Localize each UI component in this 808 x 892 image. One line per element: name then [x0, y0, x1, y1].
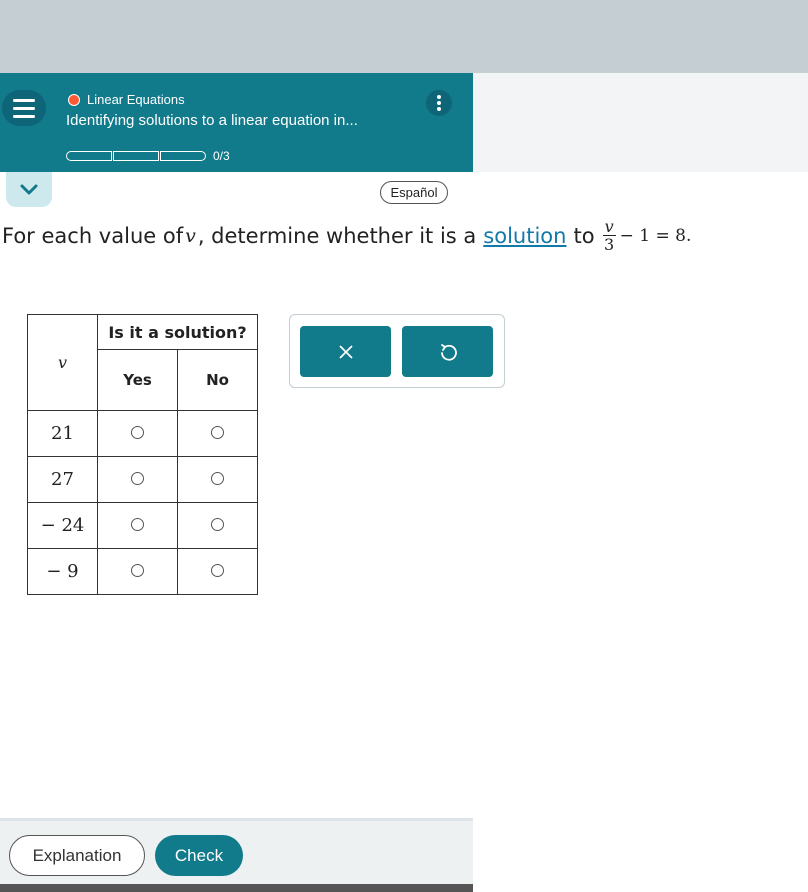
- no-radio[interactable]: [211, 564, 224, 577]
- lesson-title: Identifying solutions to a linear equati…: [66, 112, 358, 129]
- yes-header: Yes: [97, 349, 178, 411]
- equation-fraction: v 3: [602, 217, 616, 254]
- row-value: 27: [27, 456, 98, 503]
- question-variable: v: [185, 224, 196, 247]
- equation-rest: − 1 = 8.: [619, 225, 692, 246]
- clear-button[interactable]: [300, 326, 391, 377]
- lesson-header: Linear Equations Identifying solutions t…: [0, 73, 473, 172]
- yes-radio[interactable]: [131, 564, 144, 577]
- collapse-button[interactable]: [6, 172, 52, 207]
- table-row: 27: [27, 456, 258, 503]
- solution-link[interactable]: solution: [483, 224, 566, 248]
- table-row: − 24: [27, 502, 258, 549]
- solution-header: Is it a solution?: [97, 314, 258, 350]
- no-header: No: [177, 349, 258, 411]
- topic-name: Linear Equations: [87, 92, 185, 107]
- kebab-icon: [437, 95, 441, 99]
- undo-button[interactable]: [402, 326, 493, 377]
- progress-bar: 0/3: [66, 149, 230, 163]
- answer-tools: [289, 314, 505, 388]
- yes-radio[interactable]: [131, 472, 144, 485]
- menu-button[interactable]: [2, 90, 46, 126]
- undo-icon: [440, 343, 457, 361]
- table-row: 21: [27, 410, 258, 457]
- side-panel: [473, 73, 808, 172]
- no-radio[interactable]: [211, 472, 224, 485]
- yes-radio[interactable]: [131, 518, 144, 531]
- footer-bar: [0, 884, 473, 892]
- row-value: 21: [27, 410, 98, 457]
- question-text: For each value of v , determine whether …: [2, 217, 692, 254]
- table-row: − 9: [27, 548, 258, 595]
- answer-table: v Is it a solution? Yes No 21 27 − 24 − …: [27, 314, 258, 595]
- yes-radio[interactable]: [131, 426, 144, 439]
- progress-segment: [66, 151, 112, 161]
- row-value: − 24: [27, 502, 98, 549]
- progress-segment: [113, 151, 159, 161]
- language-button[interactable]: Español: [380, 181, 448, 204]
- bottom-action-bar: Explanation Check: [0, 818, 473, 884]
- topic-label: Linear Equations: [68, 92, 185, 107]
- explanation-button[interactable]: Explanation: [9, 835, 145, 876]
- progress-text: 0/3: [213, 149, 230, 163]
- progress-segment: [160, 151, 206, 161]
- more-options-button[interactable]: [426, 90, 452, 116]
- menu-icon: [13, 98, 35, 102]
- no-radio[interactable]: [211, 426, 224, 439]
- close-icon: [338, 344, 353, 359]
- top-bar: [0, 0, 808, 73]
- row-value: − 9: [27, 548, 98, 595]
- check-button[interactable]: Check: [155, 835, 243, 876]
- chevron-down-icon: [20, 184, 38, 194]
- topic-status-dot: [68, 93, 80, 106]
- no-radio[interactable]: [211, 518, 224, 531]
- variable-header: v: [27, 314, 98, 411]
